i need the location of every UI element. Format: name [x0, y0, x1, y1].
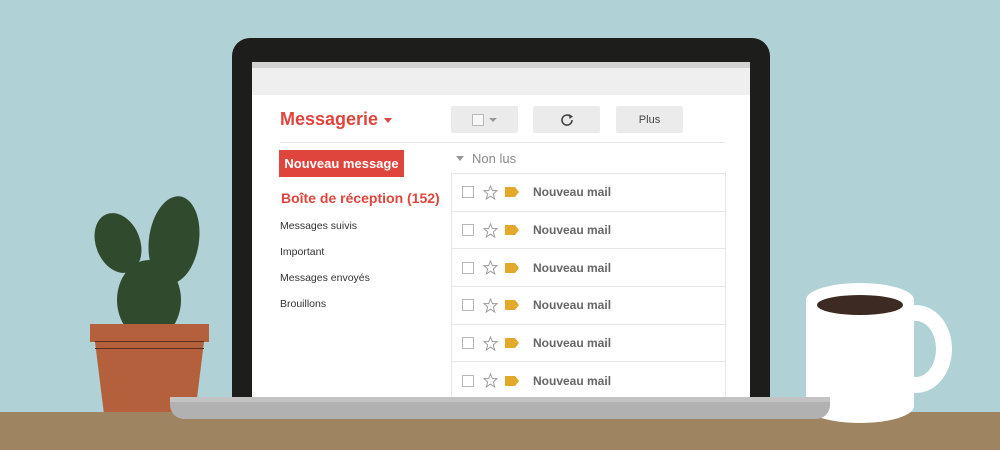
laptop-base — [170, 397, 830, 419]
pot-rim — [90, 324, 209, 342]
label-tag-icon — [505, 225, 519, 236]
caret-down-icon — [456, 156, 464, 161]
sidebar-item-starred[interactable]: Messages suivis — [280, 220, 357, 232]
mail-subject: Nouveau mail — [533, 336, 612, 351]
checkbox-icon — [472, 113, 484, 126]
mug-coffee — [817, 295, 903, 315]
sidebar-item-drafts[interactable]: Brouillons — [280, 298, 326, 310]
app-title: Messagerie — [280, 109, 379, 129]
mail-subject: Nouveau mail — [533, 185, 612, 200]
label-tag-icon — [505, 262, 519, 273]
mail-row[interactable]: Nouveau mail — [452, 287, 725, 325]
sidebar-item-sent[interactable]: Messages envoyés — [280, 272, 370, 284]
mail-row[interactable]: Nouveau mail — [452, 212, 725, 250]
select-all-button[interactable] — [451, 106, 518, 133]
label-tag-icon — [505, 338, 519, 349]
row-checkbox[interactable] — [462, 337, 474, 350]
mail-subject: Nouveau mail — [533, 223, 612, 238]
star-icon[interactable] — [483, 297, 498, 313]
mail-list: Nouveau mail Nouveau mail Nouveau mail N… — [451, 173, 726, 397]
row-checkbox[interactable] — [462, 299, 474, 312]
star-icon[interactable] — [483, 184, 498, 200]
mail-row[interactable]: Nouveau mail — [452, 249, 725, 288]
sidebar-item-important[interactable]: Important — [280, 246, 324, 258]
more-button[interactable]: Plus — [616, 106, 683, 133]
row-checkbox[interactable] — [462, 261, 474, 274]
star-icon[interactable] — [483, 222, 498, 238]
label-tag-icon — [505, 187, 519, 198]
row-checkbox[interactable] — [462, 224, 474, 237]
sidebar-item-inbox[interactable]: Boîte de réception (152) — [281, 190, 440, 206]
laptop-screen: Messagerie Plus Nouveau message Boîte de… — [252, 62, 750, 397]
mail-row[interactable]: Nouveau mail — [452, 362, 725, 397]
pot-line — [95, 341, 204, 342]
refresh-button[interactable] — [533, 106, 600, 133]
mail-subject: Nouveau mail — [533, 373, 612, 388]
caret-down-icon — [489, 117, 497, 122]
section-label: Non lus — [472, 151, 517, 166]
pot-line — [95, 348, 204, 349]
mail-subject: Nouveau mail — [533, 298, 612, 313]
compose-button[interactable]: Nouveau message — [279, 150, 404, 177]
app-title-menu[interactable]: Messagerie — [280, 109, 393, 130]
section-toggle-unread[interactable]: Non lus — [456, 151, 516, 166]
row-checkbox[interactable] — [462, 186, 474, 199]
label-tag-icon — [505, 300, 519, 311]
mail-subject: Nouveau mail — [533, 260, 612, 275]
label-tag-icon — [505, 375, 519, 386]
mail-row[interactable]: Nouveau mail — [452, 174, 725, 212]
caret-down-icon — [384, 118, 393, 123]
star-icon[interactable] — [483, 335, 498, 351]
refresh-icon — [560, 113, 573, 126]
star-icon[interactable] — [483, 373, 498, 389]
browser-bar — [252, 62, 750, 95]
toolbar-divider — [280, 142, 725, 143]
star-icon[interactable] — [483, 260, 498, 276]
row-checkbox[interactable] — [462, 374, 474, 387]
mail-row[interactable]: Nouveau mail — [452, 325, 725, 363]
